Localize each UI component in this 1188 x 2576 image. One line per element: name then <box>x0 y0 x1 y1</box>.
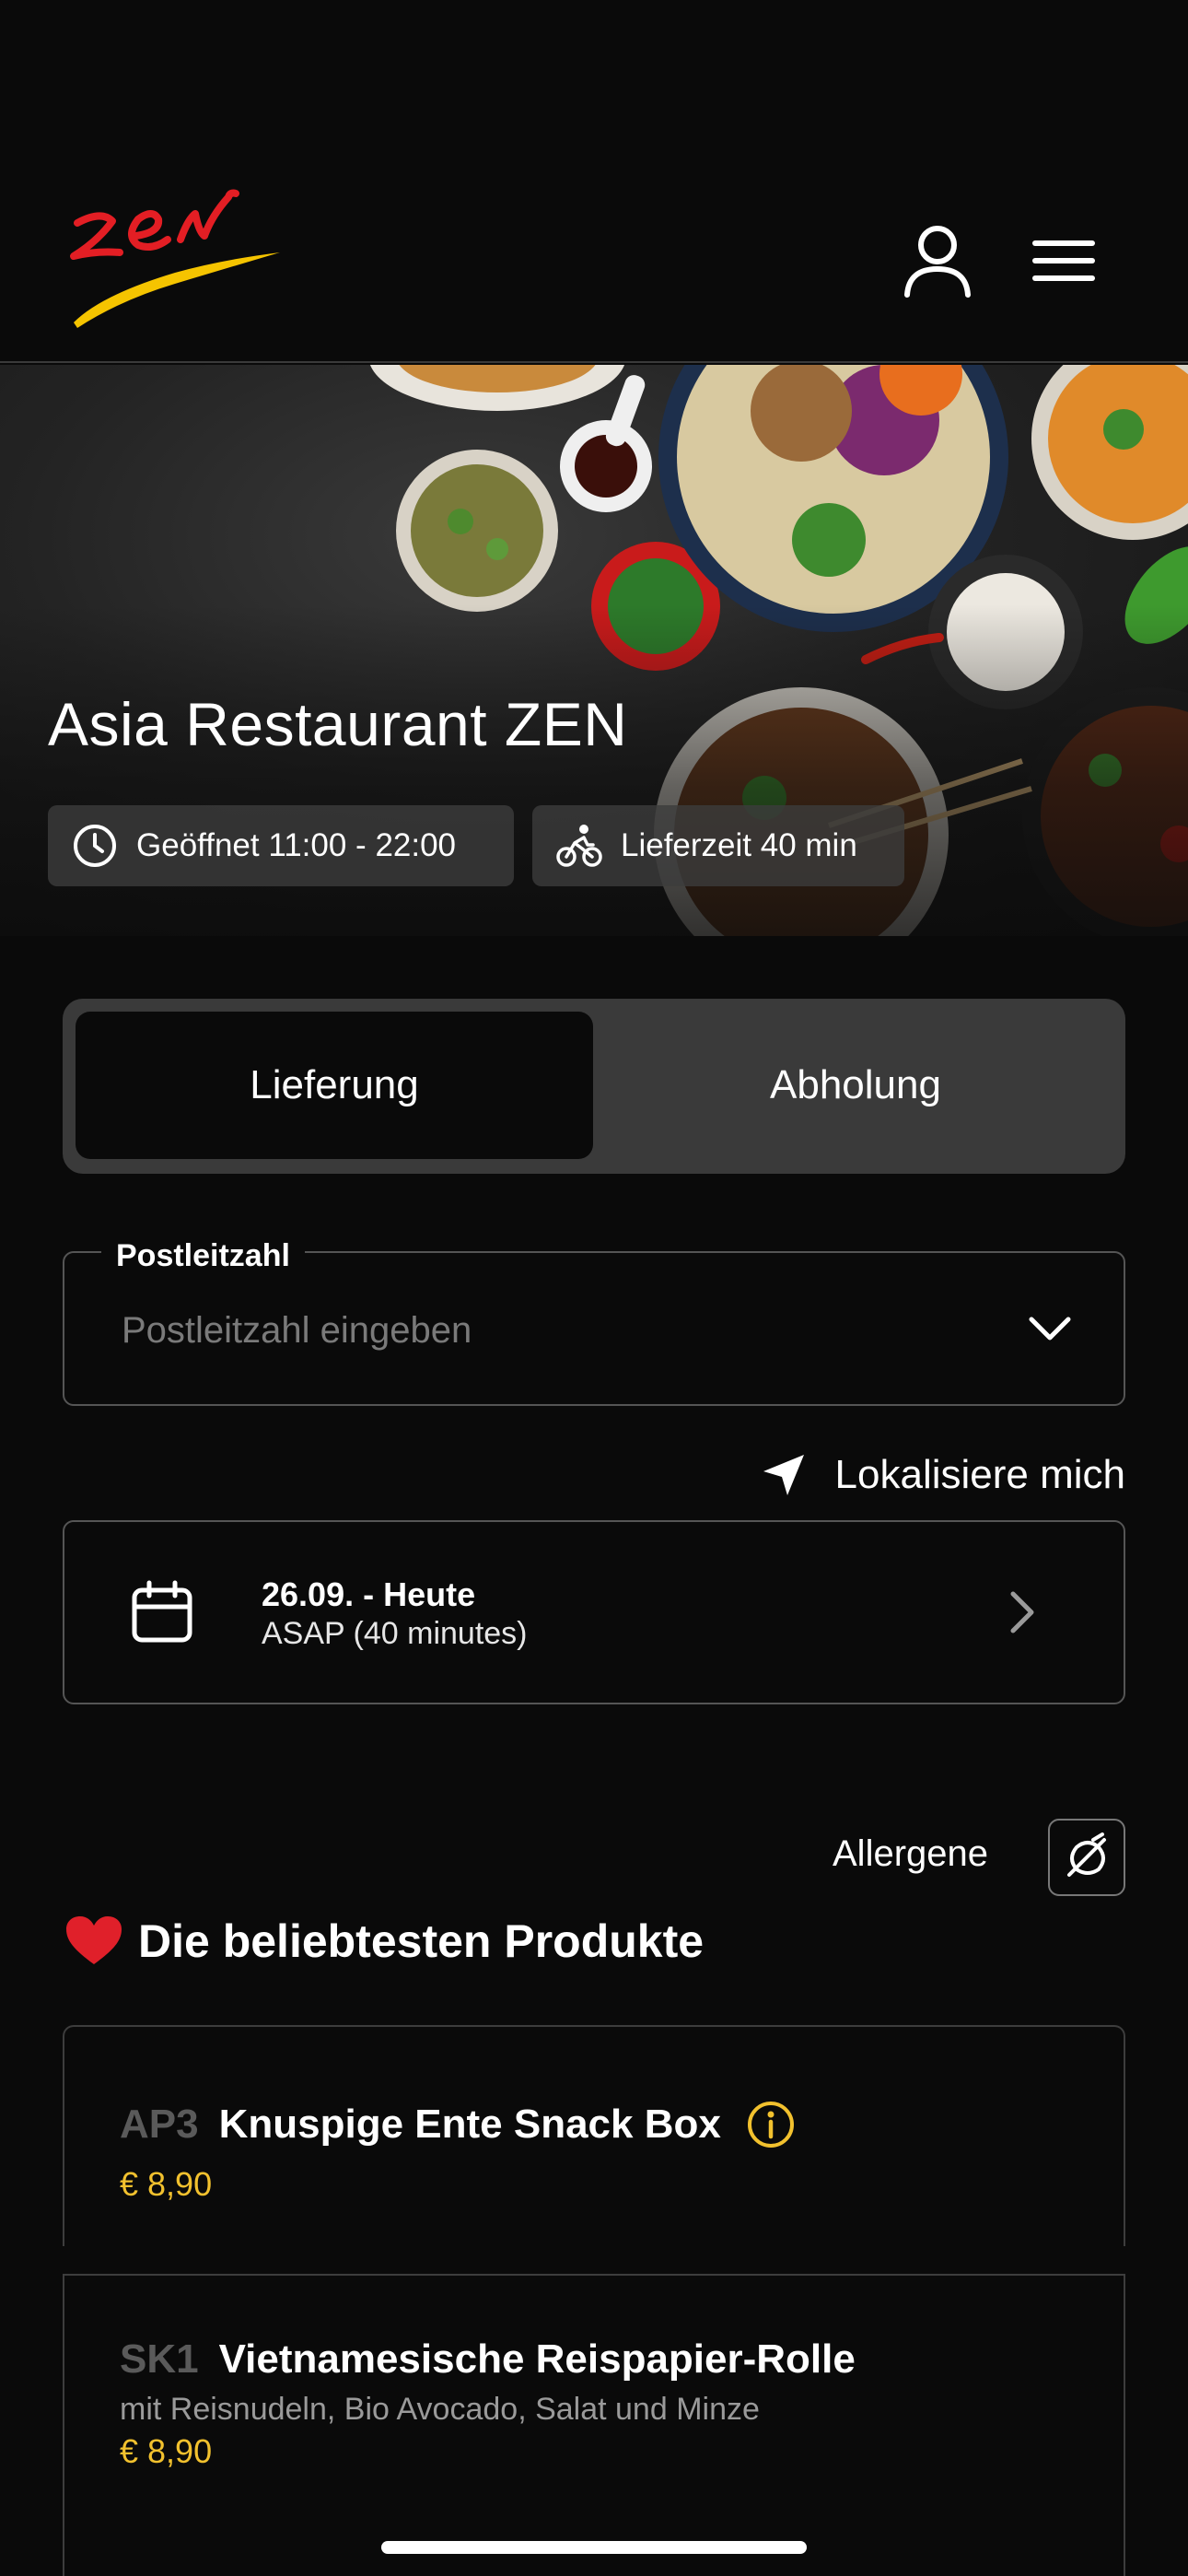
home-indicator[interactable] <box>381 2541 807 2554</box>
opening-hours-text: Geöffnet 11:00 - 22:00 <box>136 827 457 863</box>
opening-hours-chip: Geöffnet 11:00 - 22:00 <box>48 805 514 886</box>
user-icon[interactable] <box>898 221 977 300</box>
pickup-tab[interactable]: Abholung <box>597 1012 1114 1159</box>
allergens-filter-button[interactable] <box>1048 1819 1125 1896</box>
product-card[interactable]: SK1 Vietnamesische Reispapier-Rolle mit … <box>63 2274 1125 2576</box>
product-header: AP3 Knuspige Ente Snack Box <box>120 2099 797 2150</box>
delivery-time-chip: Lieferzeit 40 min <box>532 805 904 886</box>
product-price: € 8,90 <box>120 2432 213 2470</box>
chevron-right-icon <box>1010 1591 1034 1633</box>
product-header: SK1 Vietnamesische Reispapier-Rolle <box>120 2336 856 2383</box>
schedule-date: 26.09. - Heute <box>262 1575 476 1613</box>
page: Asia Restaurant ZEN Geöffnet 11:00 - 22:… <box>0 0 1188 2576</box>
popular-products-label: Die beliebtesten Produkte <box>138 1915 705 1967</box>
product-code: AP3 <box>120 2102 199 2147</box>
zen-logo[interactable] <box>64 184 295 341</box>
location-arrow-icon <box>763 1455 804 1495</box>
delivery-tab[interactable]: Lieferung <box>76 1012 593 1159</box>
info-icon[interactable] <box>745 2099 797 2150</box>
cyclist-icon <box>556 825 602 867</box>
product-name: Knuspige Ente Snack Box <box>218 2102 721 2147</box>
localize-me-button[interactable]: Lokalisiere mich <box>760 1443 1125 1507</box>
localize-me-label: Lokalisiere mich <box>834 1452 1125 1497</box>
hero-banner: Asia Restaurant ZEN Geöffnet 11:00 - 22:… <box>0 365 1188 936</box>
restaurant-name: Asia Restaurant ZEN <box>48 690 628 758</box>
chevron-down-icon[interactable] <box>1022 1301 1077 1356</box>
product-description: mit Reisnudeln, Bio Avocado, Salat und M… <box>120 2392 760 2427</box>
allergens-label: Allergene <box>833 1833 989 1874</box>
clock-icon <box>74 825 116 867</box>
schedule-time: ASAP (40 minutes) <box>262 1616 528 1651</box>
popular-products-title: Die beliebtesten Produkte <box>64 1914 704 1968</box>
product-price: € 8,90 <box>120 2165 213 2203</box>
hamburger-menu-icon[interactable] <box>1024 221 1103 300</box>
allergen-icon <box>1067 1832 1106 1877</box>
postal-code-label: Postleitzahl <box>101 1238 305 1274</box>
app-header <box>0 0 1188 363</box>
calendar-icon <box>132 1580 192 1643</box>
heart-icon <box>66 1916 122 1964</box>
hero-shade <box>0 604 1188 936</box>
postal-code-input[interactable] <box>122 1290 950 1371</box>
delivery-time-text: Lieferzeit 40 min <box>621 827 857 863</box>
product-code: SK1 <box>120 2336 199 2382</box>
delivery-time-selector[interactable]: 26.09. - Heute ASAP (40 minutes) <box>63 1520 1125 1704</box>
product-name: Vietnamesische Reispapier-Rolle <box>218 2336 856 2382</box>
postal-code-field[interactable] <box>63 1251 1125 1406</box>
zen-logo-graphic <box>70 189 280 328</box>
product-card[interactable]: AP3 Knuspige Ente Snack Box € 8,90 <box>63 2025 1125 2246</box>
order-mode-toggle: Lieferung Abholung <box>63 999 1125 1174</box>
